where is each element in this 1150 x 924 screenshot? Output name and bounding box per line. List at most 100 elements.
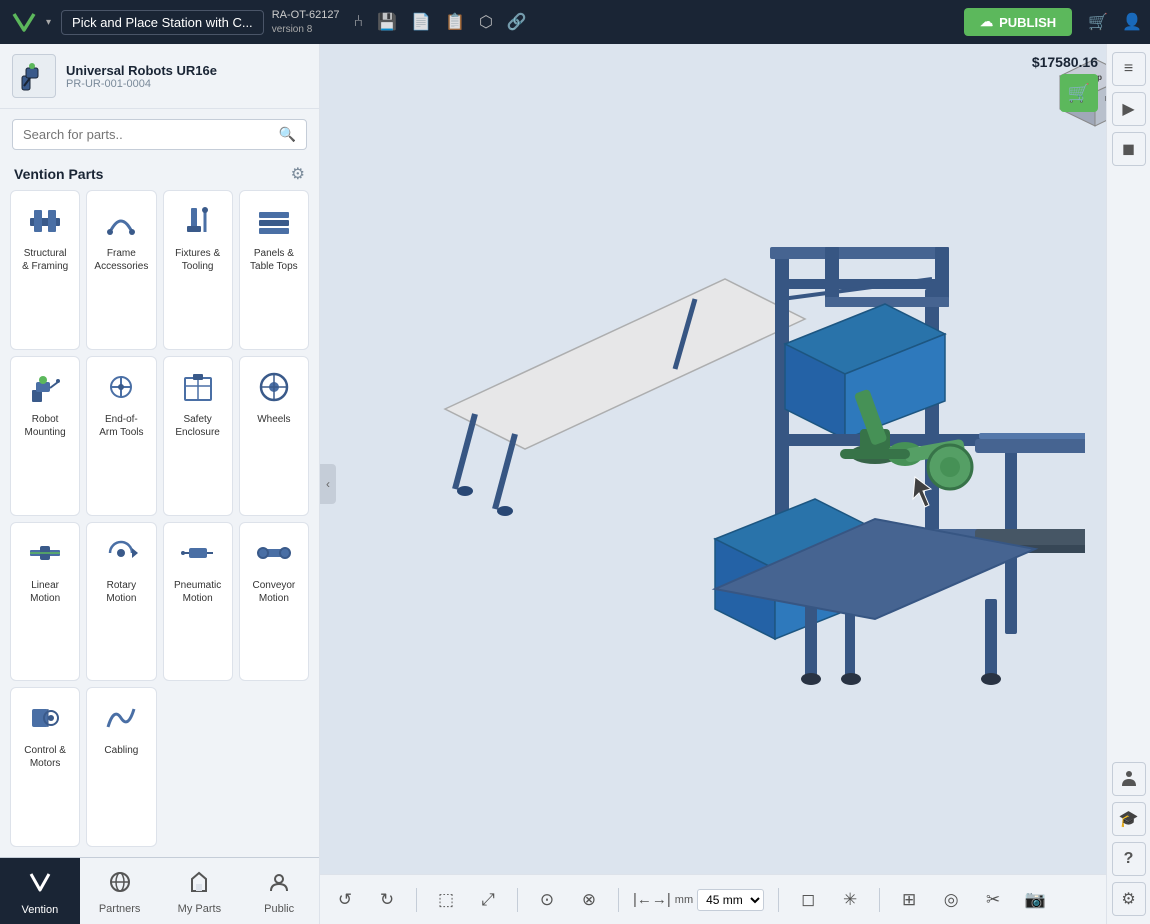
sidebar-collapse-handle[interactable]: ‹	[320, 464, 336, 504]
box3d-button[interactable]: ◻	[793, 885, 823, 915]
settings-button[interactable]: ⚙	[1112, 882, 1146, 916]
project-title-button[interactable]: Pick and Place Station with C...	[61, 10, 264, 35]
cut-button[interactable]: ✂	[978, 885, 1008, 915]
stop-button[interactable]: ◼	[1112, 132, 1146, 166]
end-of-arm-label: End-of-Arm Tools	[99, 413, 143, 439]
part-robot-mounting[interactable]: RobotMounting	[10, 356, 80, 516]
structural-label: Structural& Framing	[22, 247, 68, 273]
publish-button[interactable]: ☁ PUBLISH	[964, 8, 1072, 36]
part-fixtures-tooling[interactable]: Fixtures &Tooling	[163, 190, 233, 350]
part-pneumatic-motion[interactable]: PneumaticMotion	[163, 522, 233, 682]
robot-name: Universal Robots UR16e	[66, 63, 217, 78]
cut-icon: ✂	[986, 890, 1000, 910]
robot-info: Universal Robots UR16e PR-UR-001-0004	[66, 63, 217, 90]
toolbar-sep-3	[618, 888, 619, 912]
nav-public[interactable]: Public	[239, 858, 319, 924]
part-frame-accessories[interactable]: FrameAccessories	[86, 190, 156, 350]
branch-icon[interactable]: ⑃	[354, 13, 364, 31]
part-linear-motion[interactable]: LinearMotion	[10, 522, 80, 682]
frame-select-button[interactable]: ⬚	[431, 885, 461, 915]
explode-button[interactable]: ✳	[835, 885, 865, 915]
part-control-motors[interactable]: Control &Motors	[10, 687, 80, 847]
fixtures-tooling-icon	[176, 199, 220, 243]
part-panels-tabletops[interactable]: Panels &Table Tops	[239, 190, 309, 350]
undo-icon: ↺	[338, 890, 352, 910]
undo-button[interactable]: ↺	[330, 885, 360, 915]
cloud-icon: ☁	[980, 14, 993, 30]
linear-motion-label: LinearMotion	[30, 579, 60, 605]
my-parts-nav-icon	[188, 871, 210, 899]
unit-mm-label: mm	[675, 894, 693, 906]
target-icon: ◎	[944, 890, 959, 910]
unit-dropdown[interactable]: 45 mm 90 mm 1 in	[697, 889, 764, 911]
safety-enclosure-label: SafetyEnclosure	[175, 413, 219, 439]
part-cabling[interactable]: Cabling	[86, 687, 156, 847]
stop-icon: ◼	[1122, 139, 1135, 159]
redo-icon: ↻	[380, 890, 394, 910]
part-structural-framing[interactable]: Structural& Framing	[10, 190, 80, 350]
wheels-label: Wheels	[257, 413, 290, 426]
cabling-label: Cabling	[104, 744, 138, 757]
person-view-button[interactable]	[1112, 762, 1146, 796]
3d-scene[interactable]	[320, 44, 1150, 874]
safety-enclosure-icon	[176, 365, 220, 409]
nav-vention[interactable]: Vention	[0, 858, 80, 924]
nav-my-parts[interactable]: My Parts	[160, 858, 240, 924]
person-icon	[1120, 768, 1138, 791]
expand-icon: ⤢	[481, 890, 495, 910]
play-icon: ▶	[1122, 99, 1134, 119]
robot-mounting-label: RobotMounting	[25, 413, 66, 439]
topbar-right-icons: 🛒 👤	[1088, 12, 1142, 32]
part-wheels[interactable]: Wheels	[239, 356, 309, 516]
project-version: RA-OT-62127 version 8	[272, 8, 340, 35]
topbar-tool-icons: ⑃ 💾 📄 📋 ⬡ 🔗	[354, 12, 527, 32]
help-button[interactable]: ?	[1112, 842, 1146, 876]
user-icon[interactable]: 👤	[1122, 12, 1142, 32]
search-input[interactable]	[23, 127, 273, 142]
robot-mounting-icon	[23, 365, 67, 409]
settings-icon: ⚙	[1121, 889, 1135, 909]
redo-button[interactable]: ↻	[372, 885, 402, 915]
orient-button[interactable]: ⊗	[574, 885, 604, 915]
learn-button[interactable]: 🎓	[1112, 802, 1146, 836]
measure-icon: |←→|	[633, 891, 671, 908]
orient-icon: ⊗	[582, 890, 596, 910]
conveyor-motion-label: ConveyorMotion	[252, 579, 295, 605]
parts-settings-icon[interactable]: ⚙	[291, 164, 305, 184]
part-conveyor-motion[interactable]: ConveyorMotion	[239, 522, 309, 682]
save-icon[interactable]: 💾	[377, 12, 397, 32]
main-area: Universal Robots UR16e PR-UR-001-0004 🔍 …	[0, 44, 1150, 924]
nav-vention-label: Vention	[22, 904, 59, 916]
nav-partners[interactable]: Partners	[80, 858, 160, 924]
target-button[interactable]: ◎	[936, 885, 966, 915]
bom-icon[interactable]: 📋	[445, 12, 465, 32]
wheels-icon	[252, 365, 296, 409]
rotate-3d-button[interactable]: ⊙	[532, 885, 562, 915]
bom-list-button[interactable]: ≡	[1112, 52, 1146, 86]
expand-button[interactable]: ⤢	[473, 885, 503, 915]
share-icon[interactable]: 🔗	[507, 12, 527, 32]
partners-nav-icon	[109, 871, 131, 899]
part-safety-enclosure[interactable]: SafetyEnclosure	[163, 356, 233, 516]
part-end-of-arm[interactable]: End-of-Arm Tools	[86, 356, 156, 516]
right-panel: ≡ ▶ ◼ 🎓 ?	[1106, 44, 1150, 924]
play-button[interactable]: ▶	[1112, 92, 1146, 126]
screenshot-button[interactable]: 📷	[1020, 885, 1050, 915]
cart-icon[interactable]: 🛒	[1088, 12, 1108, 32]
document-icon[interactable]: 📄	[411, 12, 431, 32]
pneumatic-motion-label: PneumaticMotion	[174, 579, 221, 605]
parts-grid: Structural& Framing FrameAccessories	[0, 190, 319, 857]
price-badge: $17580.16 🛒	[1032, 54, 1098, 112]
robot-header: Universal Robots UR16e PR-UR-001-0004	[0, 44, 319, 109]
hierarchy-button[interactable]: ⊞	[894, 885, 924, 915]
cube-icon[interactable]: ⬡	[479, 12, 493, 32]
logo-chevron[interactable]: ▾	[46, 17, 51, 28]
box3d-icon: ◻	[801, 890, 815, 910]
canvas-3d[interactable]: Top Front Right	[320, 44, 1150, 874]
vention-logo[interactable]	[8, 6, 40, 38]
add-to-cart-button[interactable]: 🛒	[1060, 74, 1098, 112]
panels-tabletops-icon	[252, 199, 296, 243]
part-rotary-motion[interactable]: RotaryMotion	[86, 522, 156, 682]
nav-public-label: Public	[264, 903, 294, 915]
canvas-area: ‹	[320, 44, 1150, 924]
